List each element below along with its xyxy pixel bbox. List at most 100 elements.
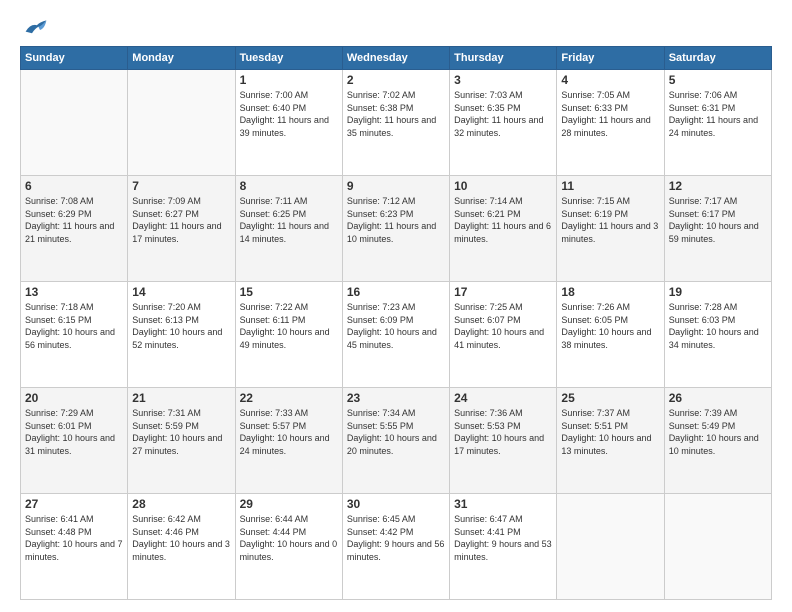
- calendar-cell: 4 Sunrise: 7:05 AM Sunset: 6:33 PM Daylig…: [557, 70, 664, 176]
- calendar-cell: 29 Sunrise: 6:44 AM Sunset: 4:44 PM Dayli…: [235, 494, 342, 600]
- cell-content: Sunrise: 6:41 AM Sunset: 4:48 PM Dayligh…: [25, 513, 123, 563]
- day-number: 19: [669, 285, 767, 299]
- cell-content: Sunrise: 7:37 AM Sunset: 5:51 PM Dayligh…: [561, 407, 659, 457]
- calendar-week-row: 20 Sunrise: 7:29 AM Sunset: 6:01 PM Dayli…: [21, 388, 772, 494]
- day-number: 13: [25, 285, 123, 299]
- calendar-cell: 2 Sunrise: 7:02 AM Sunset: 6:38 PM Daylig…: [342, 70, 449, 176]
- calendar-day-header: Saturday: [664, 47, 771, 70]
- cell-content: Sunrise: 7:03 AM Sunset: 6:35 PM Dayligh…: [454, 89, 552, 139]
- calendar-cell: 5Sunrise: 7:06 AM Sunset: 6:31 PM Daylig…: [664, 70, 771, 176]
- calendar-cell: 14 Sunrise: 7:20 AM Sunset: 6:13 PM Dayli…: [128, 282, 235, 388]
- cell-content: Sunrise: 7:28 AM Sunset: 6:03 PM Dayligh…: [669, 301, 767, 351]
- cell-content: Sunrise: 7:23 AM Sunset: 6:09 PM Dayligh…: [347, 301, 445, 351]
- cell-content: Sunrise: 7:11 AM Sunset: 6:25 PM Dayligh…: [240, 195, 338, 245]
- calendar-cell: 22Sunrise: 7:33 AM Sunset: 5:57 PM Dayli…: [235, 388, 342, 494]
- calendar-cell: 27 Sunrise: 6:41 AM Sunset: 4:48 PM Dayli…: [21, 494, 128, 600]
- calendar-week-row: 1 Sunrise: 7:00 AM Sunset: 6:40 PM Daylig…: [21, 70, 772, 176]
- cell-content: Sunrise: 6:44 AM Sunset: 4:44 PM Dayligh…: [240, 513, 338, 563]
- day-number: 11: [561, 179, 659, 193]
- calendar-cell: 20 Sunrise: 7:29 AM Sunset: 6:01 PM Dayli…: [21, 388, 128, 494]
- day-number: 29: [240, 497, 338, 511]
- calendar-table: SundayMondayTuesdayWednesdayThursdayFrid…: [20, 46, 772, 600]
- cell-content: Sunrise: 7:25 AM Sunset: 6:07 PM Dayligh…: [454, 301, 552, 351]
- header: [20, 16, 772, 36]
- cell-content: Sunrise: 7:20 AM Sunset: 6:13 PM Dayligh…: [132, 301, 230, 351]
- cell-content: Sunrise: 7:05 AM Sunset: 6:33 PM Dayligh…: [561, 89, 659, 139]
- day-number: 31: [454, 497, 552, 511]
- calendar-cell: 3Sunrise: 7:03 AM Sunset: 6:35 PM Daylig…: [450, 70, 557, 176]
- day-number: 9: [347, 179, 445, 193]
- cell-content: Sunrise: 7:36 AM Sunset: 5:53 PM Dayligh…: [454, 407, 552, 457]
- day-number: 25: [561, 391, 659, 405]
- cell-content: Sunrise: 7:15 AM Sunset: 6:19 PM Dayligh…: [561, 195, 659, 245]
- cell-content: Sunrise: 7:12 AM Sunset: 6:23 PM Dayligh…: [347, 195, 445, 245]
- cell-content: Sunrise: 6:47 AM Sunset: 4:41 PM Dayligh…: [454, 513, 552, 563]
- cell-content: Sunrise: 7:08 AM Sunset: 6:29 PM Dayligh…: [25, 195, 123, 245]
- calendar-cell: 18 Sunrise: 7:26 AM Sunset: 6:05 PM Dayli…: [557, 282, 664, 388]
- page: SundayMondayTuesdayWednesdayThursdayFrid…: [0, 0, 792, 612]
- cell-content: Sunrise: 7:00 AM Sunset: 6:40 PM Dayligh…: [240, 89, 338, 139]
- cell-content: Sunrise: 7:39 AM Sunset: 5:49 PM Dayligh…: [669, 407, 767, 457]
- calendar-cell: 11 Sunrise: 7:15 AM Sunset: 6:19 PM Dayli…: [557, 176, 664, 282]
- day-number: 12: [669, 179, 767, 193]
- cell-content: Sunrise: 7:22 AM Sunset: 6:11 PM Dayligh…: [240, 301, 338, 351]
- calendar-cell: 16 Sunrise: 7:23 AM Sunset: 6:09 PM Dayli…: [342, 282, 449, 388]
- day-number: 4: [561, 73, 659, 87]
- calendar-day-header: Tuesday: [235, 47, 342, 70]
- calendar-cell: 13 Sunrise: 7:18 AM Sunset: 6:15 PM Dayli…: [21, 282, 128, 388]
- day-number: 10: [454, 179, 552, 193]
- day-number: 30: [347, 497, 445, 511]
- calendar-cell: 17 Sunrise: 7:25 AM Sunset: 6:07 PM Dayli…: [450, 282, 557, 388]
- logo-bird-icon: [24, 16, 48, 36]
- calendar-cell: 23 Sunrise: 7:34 AM Sunset: 5:55 PM Dayli…: [342, 388, 449, 494]
- day-number: 1: [240, 73, 338, 87]
- calendar-cell: 19 Sunrise: 7:28 AM Sunset: 6:03 PM Dayli…: [664, 282, 771, 388]
- cell-content: Sunrise: 7:29 AM Sunset: 6:01 PM Dayligh…: [25, 407, 123, 457]
- cell-content: Sunrise: 7:02 AM Sunset: 6:38 PM Dayligh…: [347, 89, 445, 139]
- calendar-week-row: 6Sunrise: 7:08 AM Sunset: 6:29 PM Daylig…: [21, 176, 772, 282]
- day-number: 26: [669, 391, 767, 405]
- calendar-cell: 24 Sunrise: 7:36 AM Sunset: 5:53 PM Dayli…: [450, 388, 557, 494]
- day-number: 28: [132, 497, 230, 511]
- calendar-cell: [21, 70, 128, 176]
- cell-content: Sunrise: 7:14 AM Sunset: 6:21 PM Dayligh…: [454, 195, 552, 245]
- calendar-cell: 9 Sunrise: 7:12 AM Sunset: 6:23 PM Daylig…: [342, 176, 449, 282]
- calendar-cell: 26 Sunrise: 7:39 AM Sunset: 5:49 PM Dayli…: [664, 388, 771, 494]
- cell-content: Sunrise: 6:45 AM Sunset: 4:42 PM Dayligh…: [347, 513, 445, 563]
- calendar-cell: [557, 494, 664, 600]
- cell-content: Sunrise: 7:09 AM Sunset: 6:27 PM Dayligh…: [132, 195, 230, 245]
- calendar-week-row: 27 Sunrise: 6:41 AM Sunset: 4:48 PM Dayli…: [21, 494, 772, 600]
- cell-content: Sunrise: 7:26 AM Sunset: 6:05 PM Dayligh…: [561, 301, 659, 351]
- calendar-day-header: Monday: [128, 47, 235, 70]
- calendar-cell: 25 Sunrise: 7:37 AM Sunset: 5:51 PM Dayli…: [557, 388, 664, 494]
- calendar-header-row: SundayMondayTuesdayWednesdayThursdayFrid…: [21, 47, 772, 70]
- calendar-cell: 7Sunrise: 7:09 AM Sunset: 6:27 PM Daylig…: [128, 176, 235, 282]
- logo: [20, 16, 50, 36]
- day-number: 24: [454, 391, 552, 405]
- day-number: 23: [347, 391, 445, 405]
- day-number: 22: [240, 391, 338, 405]
- day-number: 5: [669, 73, 767, 87]
- cell-content: Sunrise: 7:34 AM Sunset: 5:55 PM Dayligh…: [347, 407, 445, 457]
- calendar-cell: [664, 494, 771, 600]
- day-number: 15: [240, 285, 338, 299]
- cell-content: Sunrise: 7:18 AM Sunset: 6:15 PM Dayligh…: [25, 301, 123, 351]
- calendar-cell: 15 Sunrise: 7:22 AM Sunset: 6:11 PM Dayli…: [235, 282, 342, 388]
- calendar-cell: 21Sunrise: 7:31 AM Sunset: 5:59 PM Dayli…: [128, 388, 235, 494]
- calendar-cell: 31 Sunrise: 6:47 AM Sunset: 4:41 PM Dayli…: [450, 494, 557, 600]
- calendar-cell: 28Sunrise: 6:42 AM Sunset: 4:46 PM Dayli…: [128, 494, 235, 600]
- day-number: 2: [347, 73, 445, 87]
- calendar-cell: 6Sunrise: 7:08 AM Sunset: 6:29 PM Daylig…: [21, 176, 128, 282]
- calendar-cell: [128, 70, 235, 176]
- day-number: 21: [132, 391, 230, 405]
- day-number: 8: [240, 179, 338, 193]
- calendar-day-header: Friday: [557, 47, 664, 70]
- calendar-day-header: Wednesday: [342, 47, 449, 70]
- day-number: 27: [25, 497, 123, 511]
- calendar-cell: 8 Sunrise: 7:11 AM Sunset: 6:25 PM Daylig…: [235, 176, 342, 282]
- day-number: 20: [25, 391, 123, 405]
- day-number: 17: [454, 285, 552, 299]
- day-number: 16: [347, 285, 445, 299]
- day-number: 18: [561, 285, 659, 299]
- day-number: 14: [132, 285, 230, 299]
